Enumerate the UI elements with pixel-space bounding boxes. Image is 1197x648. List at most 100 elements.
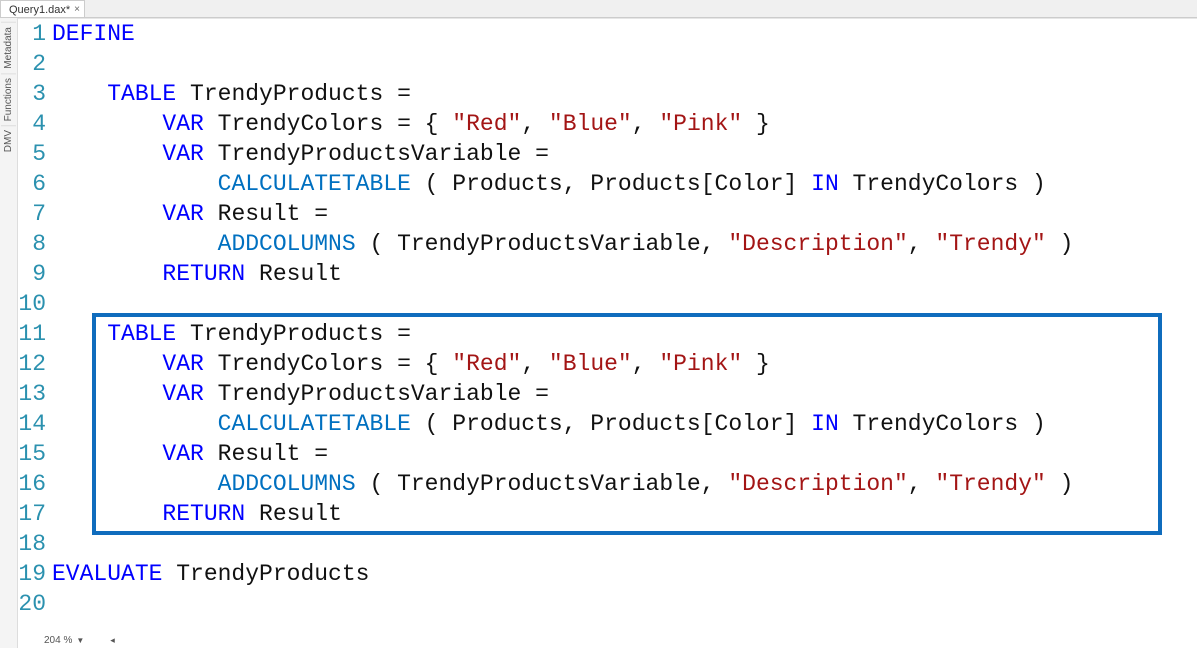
file-tab-label: Query1.dax*	[9, 4, 70, 16]
token: ( TrendyProductsVariable,	[356, 231, 729, 257]
code-line[interactable]: CALCULATETABLE ( Products, Products[Colo…	[52, 409, 1197, 439]
line-number: 13	[18, 379, 46, 409]
token: TrendyProductsVariable =	[204, 381, 563, 407]
token: )	[1046, 231, 1074, 257]
token	[52, 411, 218, 437]
line-number: 2	[18, 49, 46, 79]
code-line[interactable]: VAR Result =	[52, 439, 1197, 469]
token: VAR	[162, 441, 203, 467]
line-number: 10	[18, 289, 46, 319]
code-line[interactable]	[52, 589, 1197, 619]
chevron-left-icon[interactable]: ◂	[110, 635, 115, 646]
close-icon[interactable]: ×	[74, 4, 80, 15]
token	[52, 81, 107, 107]
side-tab-functions[interactable]: Functions	[1, 73, 16, 125]
line-number: 18	[18, 529, 46, 559]
token: ADDCOLUMNS	[218, 471, 356, 497]
token: "Description"	[728, 231, 907, 257]
token: TrendyProducts =	[176, 81, 424, 107]
token: DEFINE	[52, 21, 135, 47]
code-line[interactable]	[52, 529, 1197, 559]
token: ,	[632, 111, 660, 137]
code-line[interactable]: ADDCOLUMNS ( TrendyProductsVariable, "De…	[52, 229, 1197, 259]
token: "Blue"	[549, 111, 632, 137]
code-line[interactable]: VAR TrendyProductsVariable =	[52, 379, 1197, 409]
token: Result =	[204, 201, 342, 227]
token	[52, 501, 162, 527]
line-number: 1	[18, 19, 46, 49]
token: TrendyColors = {	[204, 111, 452, 137]
line-number: 11	[18, 319, 46, 349]
token: RETURN	[162, 501, 245, 527]
tab-bar: Query1.dax* ×	[0, 0, 1197, 18]
token: TrendyProductsVariable =	[204, 141, 563, 167]
token: TrendyColors )	[839, 411, 1046, 437]
line-number: 4	[18, 109, 46, 139]
token	[52, 441, 162, 467]
status-bar: 204 % ▼ ◂	[36, 632, 1197, 648]
token: ,	[521, 351, 549, 377]
code-line[interactable]: ADDCOLUMNS ( TrendyProductsVariable, "De…	[52, 469, 1197, 499]
line-number-gutter: 1234567891011121314151617181920	[18, 19, 52, 632]
token	[52, 321, 107, 347]
token: TrendyProducts	[162, 561, 369, 587]
code-line[interactable]: DEFINE	[52, 19, 1197, 49]
token: "Description"	[728, 471, 907, 497]
token	[52, 381, 162, 407]
token: ,	[632, 351, 660, 377]
token	[52, 231, 218, 257]
token: "Trendy"	[935, 231, 1045, 257]
zoom-level[interactable]: 204 %	[44, 635, 72, 646]
line-number: 19	[18, 559, 46, 589]
line-number: 9	[18, 259, 46, 289]
token: ( Products, Products[Color]	[411, 411, 811, 437]
side-tab-metadata[interactable]: Metadata	[1, 22, 16, 73]
line-number: 14	[18, 409, 46, 439]
token: Result =	[204, 441, 342, 467]
token: Result	[245, 261, 342, 287]
token: VAR	[162, 381, 203, 407]
token: TABLE	[107, 81, 176, 107]
chevron-down-icon[interactable]: ▼	[76, 636, 84, 645]
side-panel: Metadata Functions DMV	[0, 18, 18, 648]
code-line[interactable]: TABLE TrendyProducts =	[52, 319, 1197, 349]
line-number: 17	[18, 499, 46, 529]
token: TrendyColors = {	[204, 351, 452, 377]
token: VAR	[162, 111, 203, 137]
code-line[interactable]: RETURN Result	[52, 499, 1197, 529]
line-number: 12	[18, 349, 46, 379]
token: )	[1046, 471, 1074, 497]
token: ,	[908, 231, 936, 257]
code-line[interactable]: VAR TrendyProductsVariable =	[52, 139, 1197, 169]
code-line[interactable]: RETURN Result	[52, 259, 1197, 289]
token: VAR	[162, 141, 203, 167]
token: EVALUATE	[52, 561, 162, 587]
token	[52, 351, 162, 377]
side-tab-dmv[interactable]: DMV	[1, 125, 16, 156]
token: IN	[811, 411, 839, 437]
code-line[interactable]: TABLE TrendyProducts =	[52, 79, 1197, 109]
token: TrendyProducts =	[176, 321, 424, 347]
code-line[interactable]	[52, 49, 1197, 79]
token: "Blue"	[549, 351, 632, 377]
token	[52, 261, 162, 287]
editor[interactable]: 1234567891011121314151617181920 DEFINE T…	[18, 18, 1197, 648]
code-line[interactable]: EVALUATE TrendyProducts	[52, 559, 1197, 589]
code-line[interactable]: VAR TrendyColors = { "Red", "Blue", "Pin…	[52, 109, 1197, 139]
token: ,	[521, 111, 549, 137]
token: Result	[245, 501, 342, 527]
token: "Red"	[452, 111, 521, 137]
token: ADDCOLUMNS	[218, 231, 356, 257]
code-line[interactable]	[52, 289, 1197, 319]
line-number: 5	[18, 139, 46, 169]
code-line[interactable]: VAR TrendyColors = { "Red", "Blue", "Pin…	[52, 349, 1197, 379]
token: CALCULATETABLE	[218, 411, 411, 437]
file-tab[interactable]: Query1.dax* ×	[0, 0, 85, 17]
code-line[interactable]: CALCULATETABLE ( Products, Products[Colo…	[52, 169, 1197, 199]
code-line[interactable]: VAR Result =	[52, 199, 1197, 229]
token: RETURN	[162, 261, 245, 287]
code-area[interactable]: DEFINE TABLE TrendyProducts = VAR Trendy…	[52, 19, 1197, 632]
token	[52, 111, 162, 137]
token	[52, 471, 218, 497]
token: TrendyColors )	[839, 171, 1046, 197]
